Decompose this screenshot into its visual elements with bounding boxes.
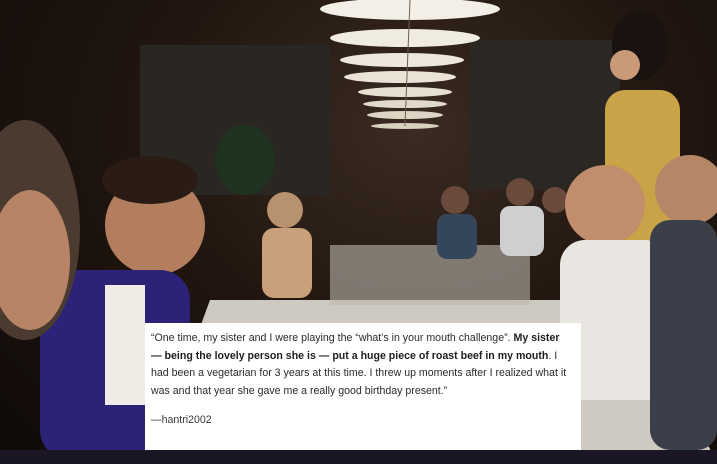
quote-text: “One time, my sister and I were playing …	[151, 330, 572, 400]
dinner-party-photo: “One time, my sister and I were playing …	[0, 0, 717, 464]
glassware	[330, 245, 530, 305]
plant	[215, 125, 275, 195]
quote-caption: “One time, my sister and I were playing …	[145, 323, 581, 450]
quote-part1: “One time, my sister and I were playing …	[151, 332, 511, 344]
bottom-bar	[0, 450, 717, 464]
quote-attribution: —hantri2002	[151, 414, 212, 427]
